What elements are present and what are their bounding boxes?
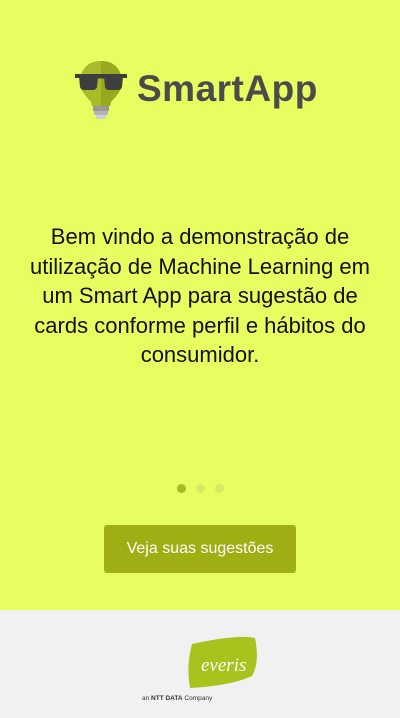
everis-logo: everis an NTT DATA Company bbox=[142, 636, 257, 702]
page-dot-1[interactable] bbox=[176, 484, 186, 493]
footer: everis an NTT DATA Company bbox=[0, 610, 400, 718]
lightbulb-glasses-icon bbox=[75, 61, 127, 119]
page-indicator bbox=[0, 484, 400, 493]
brand-tagline: an NTT DATA Company bbox=[142, 695, 213, 702]
onboarding-screen: SmartApp Bem vindo a demonstração de uti… bbox=[0, 0, 400, 610]
app-logo: SmartApp bbox=[75, 58, 318, 120]
see-suggestions-button[interactable]: Veja suas sugestões bbox=[104, 525, 296, 573]
page-dot-2[interactable] bbox=[195, 484, 205, 493]
brand-name: everis bbox=[201, 655, 246, 676]
page-dot-3[interactable] bbox=[214, 484, 224, 493]
app-name: SmartApp bbox=[137, 68, 318, 109]
welcome-text: Bem vindo a demonstração de utilização d… bbox=[30, 224, 370, 367]
